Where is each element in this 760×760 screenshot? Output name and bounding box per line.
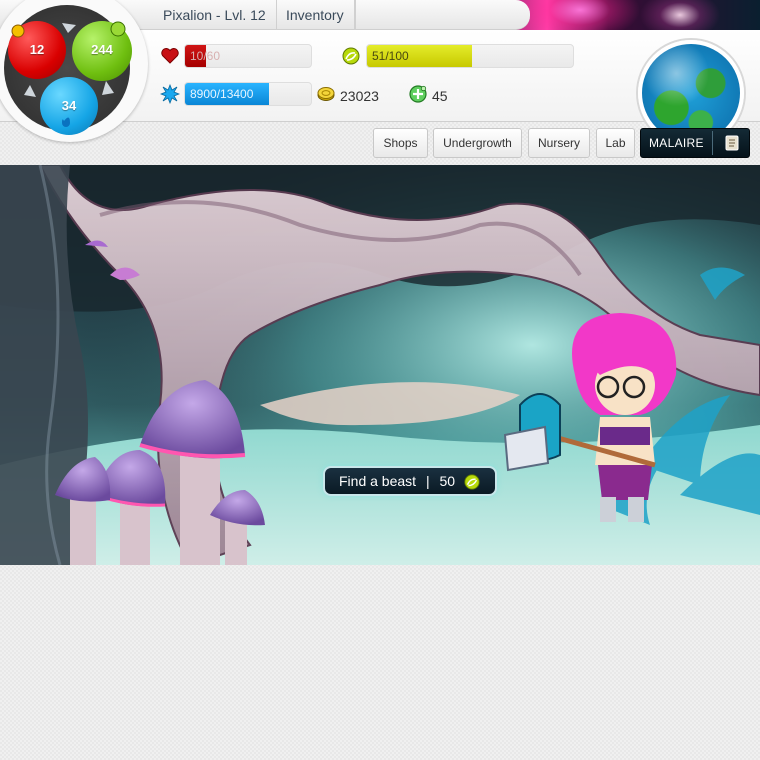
tab-character[interactable]: Pixalion - Lvl. 12 — [153, 0, 277, 30]
find-beast-label: Find a beast — [339, 473, 417, 489]
experience-bar-text: 8900/13400 — [190, 87, 254, 101]
shops-button[interactable]: Shops — [373, 128, 428, 158]
tab-divider — [355, 0, 356, 30]
wheel-blue-orb[interactable]: 34 — [40, 77, 98, 135]
experience-bar: 8900/13400 — [184, 82, 312, 106]
location-button[interactable]: MALAIRE — [640, 128, 750, 158]
location-label: MALAIRE — [649, 136, 704, 150]
energy-icon — [464, 474, 480, 490]
energy-bar-text: 51/100 — [372, 49, 409, 63]
game-scene[interactable] — [0, 165, 760, 565]
wheel-green-value: 244 — [91, 42, 113, 57]
star-burst-icon — [160, 84, 180, 104]
tab-inventory[interactable]: Inventory — [276, 0, 355, 30]
stat-wheel: 12 244 34 — [4, 5, 132, 135]
find-beast-separator: | — [425, 473, 430, 489]
gem-icon — [409, 85, 427, 103]
wheel-red-value: 12 — [29, 42, 45, 57]
coin-icon — [317, 87, 335, 101]
health-bar-text: 10/60 — [190, 49, 221, 63]
nursery-button[interactable]: Nursery — [528, 128, 590, 158]
find-beast-cost: 50 — [439, 473, 456, 489]
energy-bar: 51/100 — [366, 44, 574, 68]
health-bar: 10/60 — [184, 44, 312, 68]
find-beast-button[interactable]: Find a beast | 50 — [323, 466, 497, 496]
scroll-icon[interactable] — [723, 134, 741, 152]
undergrowth-button[interactable]: Undergrowth — [433, 128, 522, 158]
coins-count: 23023 — [340, 88, 379, 104]
wheel-green-orb[interactable]: 244 — [72, 21, 132, 81]
forest-illustration — [0, 165, 760, 565]
lab-button[interactable]: Lab — [596, 128, 635, 158]
wheel-blue-value: 34 — [61, 98, 77, 113]
energy-icon — [342, 47, 360, 65]
gems-count: 45 — [432, 88, 448, 104]
heart-icon — [161, 48, 179, 64]
wheel-red-orb[interactable]: 12 — [8, 21, 66, 79]
